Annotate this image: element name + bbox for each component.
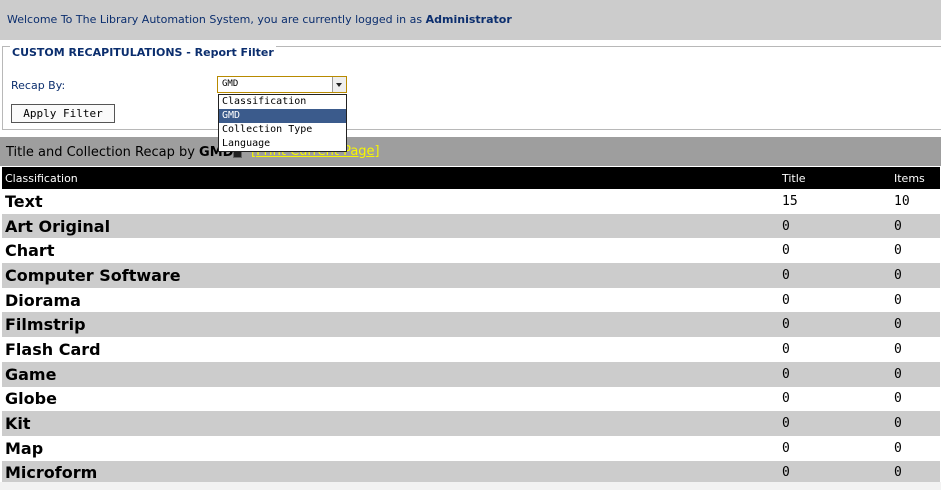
- row-items-count: 0: [891, 361, 940, 387]
- row-title-count: 0: [779, 337, 891, 362]
- table-row: Globe 0 0: [2, 386, 940, 412]
- row-classification: Kit: [2, 411, 779, 436]
- table-row: Kit 0 0: [2, 411, 940, 436]
- row-classification: Globe: [2, 386, 779, 412]
- dropdown-option-collection-type[interactable]: Collection Type: [219, 123, 346, 137]
- row-classification: Text: [2, 189, 779, 214]
- dropdown-option-classification[interactable]: Classification: [219, 95, 346, 109]
- row-items-count: 0: [891, 238, 940, 264]
- row-classification: Art Original: [2, 213, 779, 239]
- row-title-count: 0: [779, 312, 891, 338]
- row-title-count: 0: [779, 238, 891, 264]
- row-items-count: 0: [891, 263, 940, 288]
- column-header-items: Items: [891, 167, 940, 189]
- row-title-count: 0: [779, 411, 891, 436]
- recap-by-dropdown-list: Classification GMD Collection Type Langu…: [218, 94, 347, 152]
- table-row: Computer Software 0 0: [2, 263, 940, 288]
- welcome-message: Welcome To The Library Automation System…: [7, 13, 512, 26]
- apply-filter-button[interactable]: Apply Filter: [11, 104, 115, 123]
- row-classification: Chart: [2, 238, 779, 264]
- recap-by-select[interactable]: GMD: [217, 76, 347, 93]
- table-row: Art Original 0 0: [2, 213, 940, 239]
- row-items-count: 0: [891, 411, 940, 436]
- row-items-count: 0: [891, 337, 940, 362]
- logged-in-user: Administrator: [425, 13, 512, 26]
- dropdown-option-language[interactable]: Language: [219, 137, 346, 151]
- row-title-count: 0: [779, 287, 891, 313]
- row-items-count: 0: [891, 312, 940, 338]
- table-row: Map 0 0: [2, 435, 940, 461]
- table-row: Chart 0 0: [2, 238, 940, 264]
- table-header-row: Classification Title Items: [2, 167, 940, 189]
- recap-title-bar: Title and Collection Recap by GMD [Print…: [0, 137, 941, 166]
- row-classification: Game: [2, 361, 779, 387]
- top-bar: Welcome To The Library Automation System…: [0, 0, 941, 40]
- row-items-count: 0: [891, 386, 940, 412]
- recap-title-prefix: Title and Collection Recap by: [6, 145, 195, 160]
- report-filter-legend: CUSTOM RECAPITULATIONS - Report Filter: [10, 46, 276, 59]
- row-title-count: 0: [779, 386, 891, 412]
- row-items-count: 0: [891, 213, 940, 239]
- dropdown-option-gmd[interactable]: GMD: [219, 109, 346, 123]
- bottom-strip: [0, 482, 941, 490]
- row-classification: Filmstrip: [2, 312, 779, 338]
- row-title-count: 0: [779, 263, 891, 288]
- row-classification: Diorama: [2, 287, 779, 313]
- column-header-classification: Classification: [2, 167, 779, 189]
- table-row: Game 0 0: [2, 361, 940, 387]
- row-items-count: 10: [891, 189, 940, 214]
- welcome-text: Welcome To The Library Automation System…: [7, 13, 423, 26]
- table-row: Diorama 0 0: [2, 287, 940, 313]
- row-title-count: 15: [779, 189, 891, 214]
- row-title-count: 0: [779, 361, 891, 387]
- table-row: Flash Card 0 0: [2, 337, 940, 362]
- row-classification: Map: [2, 435, 779, 461]
- recap-by-label: Recap By:: [11, 79, 66, 92]
- table-row: Text 15 10: [2, 189, 940, 214]
- row-title-count: 0: [779, 213, 891, 239]
- recap-title: Title and Collection Recap by GMD: [6, 145, 233, 160]
- column-header-title: Title: [779, 167, 891, 189]
- row-items-count: 0: [891, 287, 940, 313]
- row-classification: Flash Card: [2, 337, 779, 362]
- recap-by-selected-value: GMD: [222, 79, 239, 89]
- recap-table: Classification Title Items Text 15 10 Ar…: [2, 167, 940, 486]
- row-items-count: 0: [891, 435, 940, 461]
- row-title-count: 0: [779, 435, 891, 461]
- table-row: Filmstrip 0 0: [2, 312, 940, 338]
- row-classification: Computer Software: [2, 263, 779, 288]
- chevron-down-icon[interactable]: [332, 77, 346, 92]
